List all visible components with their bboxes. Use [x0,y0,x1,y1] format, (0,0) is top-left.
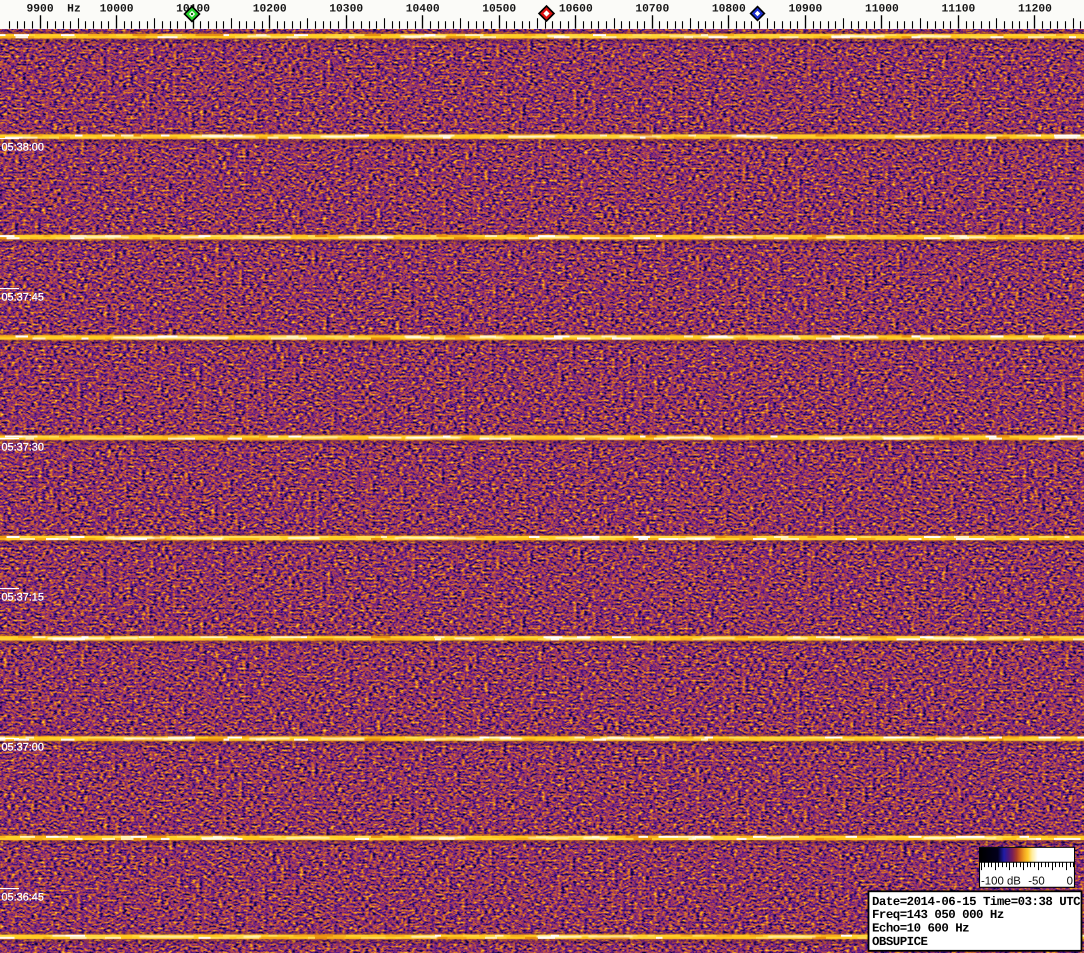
svg-text:05:37:00: 05:37:00 [2,742,44,754]
svg-text:05:36:45: 05:36:45 [2,892,44,904]
svg-text:10000: 10000 [100,4,134,16]
svg-text:11000: 11000 [865,4,899,16]
svg-text:10400: 10400 [406,4,440,16]
svg-text:-50: -50 [1028,876,1044,888]
svg-text:10600: 10600 [559,4,593,16]
svg-text:10900: 10900 [788,4,822,16]
svg-text:10700: 10700 [635,4,669,16]
svg-text:11200: 11200 [1018,4,1052,16]
svg-text:-100 dB: -100 dB [981,876,1021,888]
svg-text:OBSUPICE: OBSUPICE [872,935,928,949]
svg-text:10800: 10800 [712,4,746,16]
svg-text:Echo=10 600 Hz: Echo=10 600 Hz [872,922,969,936]
svg-text:10500: 10500 [482,4,516,16]
svg-text:0: 0 [1067,876,1073,888]
svg-text:11100: 11100 [941,4,975,16]
svg-text:10300: 10300 [329,4,363,16]
svg-text:05:37:15: 05:37:15 [2,592,44,604]
svg-text:05:37:30: 05:37:30 [2,442,44,454]
svg-text:Date=2014-06-15 Time=03:38 UTC: Date=2014-06-15 Time=03:38 UTC [872,895,1081,909]
svg-text:10200: 10200 [253,4,287,16]
svg-text:Freq=143 050 000 Hz: Freq=143 050 000 Hz [872,908,1004,922]
svg-text:05:38:00: 05:38:00 [2,142,44,154]
svg-text:9900 Hz: 9900 Hz [27,4,81,16]
svg-text:05:37:45: 05:37:45 [2,292,44,304]
